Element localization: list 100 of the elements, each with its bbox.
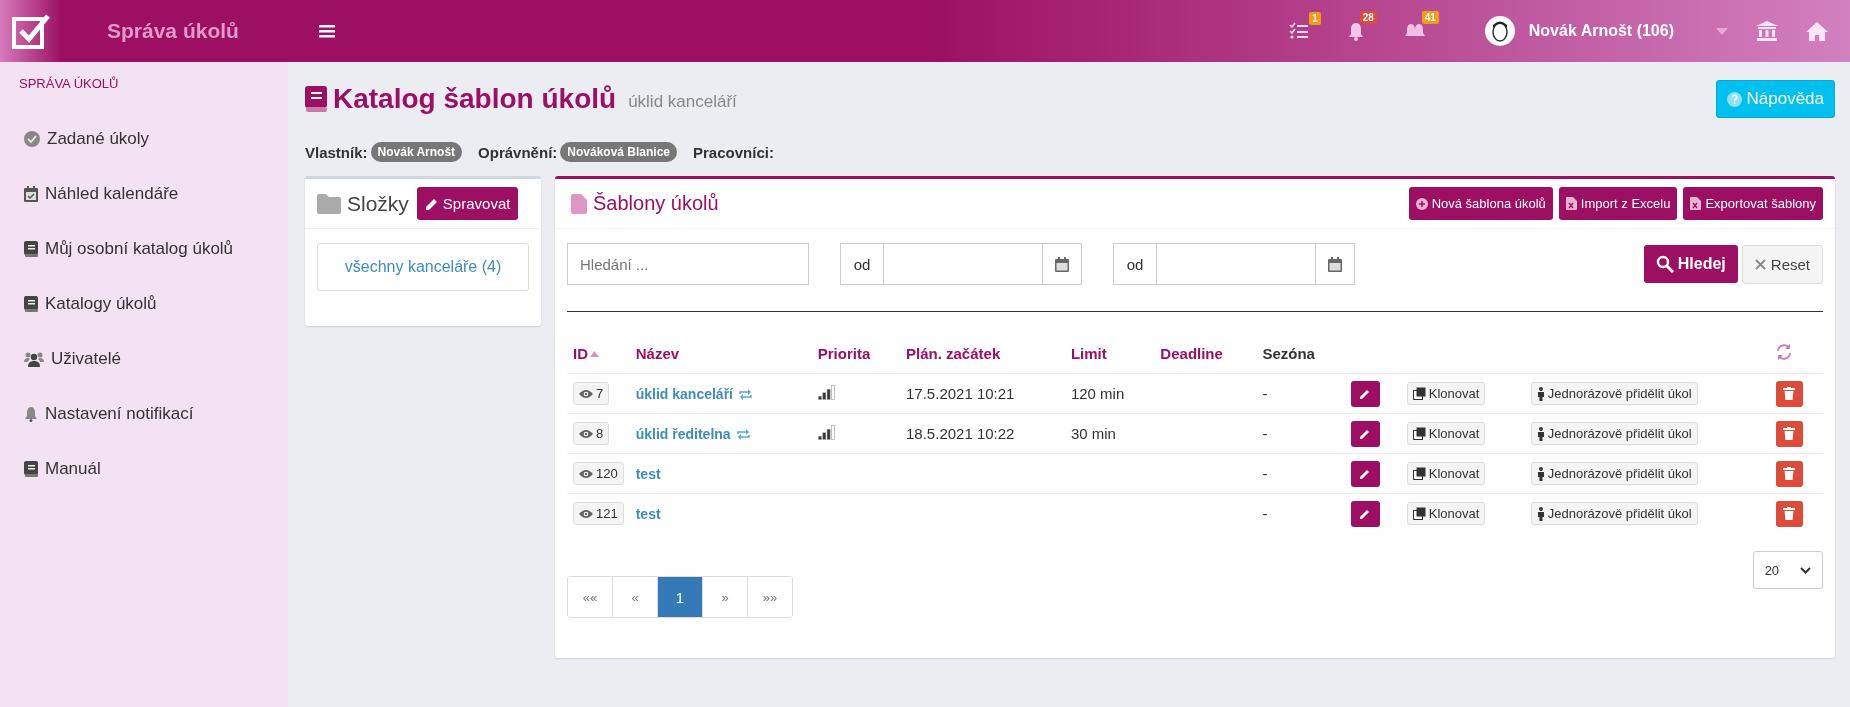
page-link[interactable]: «« (568, 577, 612, 617)
chevron-down-icon (1800, 566, 1812, 574)
app-title[interactable]: Správa úkolů (107, 19, 257, 43)
sortable-column-header[interactable]: Plán. začátek (906, 345, 1001, 362)
sortable-column-header[interactable]: Název (635, 345, 680, 362)
bank-building-icon[interactable] (1756, 21, 1778, 41)
sidebar-item[interactable]: Manuál (0, 441, 288, 496)
pencil-icon (1359, 387, 1372, 400)
question-icon (1727, 91, 1743, 107)
time-limit: 120 min (1070, 385, 1125, 402)
sortable-column-header[interactable]: Deadline (1160, 345, 1223, 362)
menu-icon[interactable] (319, 24, 335, 38)
bell-icon[interactable] (1346, 21, 1365, 41)
start-date: 17.5.2021 10:21 (906, 385, 1015, 402)
plus-circle-icon (1415, 197, 1428, 210)
new-template-button[interactable]: Nová šablona úkolů (1408, 187, 1553, 220)
edit-button[interactable] (1350, 380, 1380, 407)
notification-count: 41 (1421, 11, 1439, 24)
manage-button[interactable]: Spravovat (416, 187, 519, 220)
book-icon (305, 86, 327, 112)
checkbox-logo[interactable] (0, 0, 62, 62)
column-header: Sezóna (1262, 345, 1315, 362)
season: - (1262, 465, 1268, 482)
view-button[interactable]: 121 (573, 502, 624, 525)
assign-button[interactable]: Jednorázově přidělit úkol (1530, 422, 1698, 445)
season: - (1262, 385, 1268, 402)
trash-icon (1783, 427, 1796, 440)
sort-ascending-icon (590, 350, 599, 357)
search-button[interactable]: Hledej (1643, 245, 1738, 283)
time-limit: 30 min (1070, 425, 1116, 442)
copy-icon (1412, 387, 1426, 400)
page-link[interactable]: » (702, 577, 747, 617)
excel-button[interactable]: Exportovat šablony (1683, 187, 1823, 220)
assign-button[interactable]: Jednorázově přidělit úkol (1530, 502, 1698, 525)
sidebar-item[interactable]: Zadané úkoly (0, 111, 288, 166)
trash-icon (1783, 467, 1796, 480)
sidebar-heading: SPRÁVA ÚKOLŮ (18, 76, 120, 91)
delete-button[interactable] (1775, 460, 1803, 487)
close-icon (1754, 258, 1766, 270)
sortable-column-header[interactable]: Limit (1070, 345, 1107, 362)
home-icon[interactable] (1806, 21, 1828, 41)
calendar-icon[interactable] (1328, 256, 1342, 272)
page-size-select[interactable]: 20 (1753, 551, 1823, 589)
clone-button[interactable]: Klonovat (1406, 382, 1486, 405)
panel-title: Šablony úkolů (593, 192, 719, 215)
view-button[interactable]: 120 (573, 462, 624, 485)
folder-item[interactable]: všechny kanceláře (4) (317, 243, 529, 291)
template-link[interactable]: úklid ředitelna (635, 426, 731, 442)
person-tag: Nováková Blanice (560, 142, 677, 162)
sortable-column-header[interactable]: ID (573, 345, 599, 362)
avatar-icon[interactable] (1484, 16, 1515, 46)
edit-button[interactable] (1350, 500, 1380, 527)
reset-button[interactable]: Reset (1741, 244, 1823, 284)
check-circle-icon (24, 130, 40, 147)
trash-icon (1783, 387, 1796, 400)
person-tag: Novák Arnošt (370, 142, 463, 162)
page-link[interactable]: »» (747, 577, 792, 617)
person-icon (1536, 386, 1545, 401)
delete-button[interactable] (1775, 380, 1803, 407)
user-name[interactable]: Novák Arnošt (106) (1528, 22, 1674, 40)
pencil-icon (1359, 467, 1372, 480)
meta-label: Vlastník: (305, 143, 368, 161)
edit-button[interactable] (1350, 460, 1380, 487)
sidebar-item[interactable]: Náhled kalendáře (0, 166, 288, 221)
sidebar-item[interactable]: Uživatelé (0, 331, 288, 386)
template-link[interactable]: test (635, 466, 661, 482)
clone-button[interactable]: Klonovat (1406, 462, 1486, 485)
excel-file-icon (1565, 197, 1577, 210)
pencil-icon (1359, 427, 1372, 440)
delete-button[interactable] (1775, 420, 1803, 447)
eye-icon (579, 468, 593, 479)
view-button[interactable]: 7 (573, 382, 610, 405)
sortable-column-header[interactable]: Priorita (817, 345, 871, 362)
search-field[interactable]: Hledání ... (567, 243, 809, 285)
template-link[interactable]: úklid kanceláří (635, 386, 733, 402)
clone-button[interactable]: Klonovat (1406, 422, 1486, 445)
file-icon (571, 193, 587, 214)
notification-count: 1 (1309, 12, 1321, 25)
view-button[interactable]: 8 (573, 422, 610, 445)
eye-icon (579, 388, 593, 399)
assign-button[interactable]: Jednorázově přidělit úkol (1530, 382, 1698, 405)
delete-button[interactable] (1775, 500, 1803, 527)
excel-button[interactable]: Import z Excelu (1558, 187, 1678, 220)
edit-button[interactable] (1350, 420, 1380, 447)
page-link[interactable]: 1 (657, 577, 702, 617)
pencil-icon (1359, 507, 1372, 520)
calendar-icon[interactable] (1055, 256, 1069, 272)
assign-button[interactable]: Jednorázově přidělit úkol (1530, 462, 1698, 485)
date-field[interactable]: od (1113, 243, 1355, 285)
clone-button[interactable]: Klonovat (1406, 502, 1486, 525)
refresh-icon[interactable] (1775, 344, 1792, 360)
sidebar-item[interactable]: Katalogy úkolů (0, 276, 288, 331)
sidebar-item[interactable]: Můj osobní katalog úkolů (0, 221, 288, 276)
template-link[interactable]: test (635, 506, 661, 522)
date-field[interactable]: od (840, 243, 1082, 285)
copy-icon (1412, 427, 1426, 440)
copy-icon (1412, 467, 1426, 480)
task-list-icon[interactable] (1288, 22, 1309, 40)
sidebar-item[interactable]: Nastavení notifikací (0, 386, 288, 441)
panel-title: Složky (347, 191, 409, 216)
